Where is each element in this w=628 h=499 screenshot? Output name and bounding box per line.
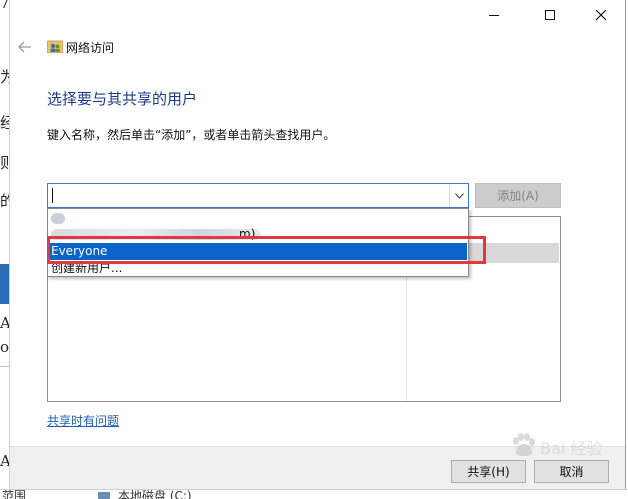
dropdown-arrow-button[interactable] (449, 184, 468, 207)
page-heading: 选择要与其共享的用户 (47, 90, 198, 108)
close-icon (595, 9, 607, 21)
bg-bottom-text: 范围 (2, 489, 27, 499)
maximize-button[interactable] (527, 0, 573, 30)
nav-row: 网络访问 (10, 32, 625, 60)
network-access-dialog: 网络访问 选择要与其共享的用户 键入名称，然后单击“添加”，或者单击箭头查找用户… (9, 0, 626, 489)
baidu-watermark: Bai 经验 (510, 428, 620, 464)
bg-glyph: o (0, 338, 10, 356)
back-button[interactable] (18, 38, 32, 57)
add-button[interactable]: 添加(A) (475, 183, 561, 208)
dropdown-item-redacted-user[interactable] (49, 210, 467, 227)
drive-icon (98, 492, 110, 499)
bg-local-disk-item[interactable]: 本地磁盘 (C:) (118, 490, 192, 499)
dialog-title: 网络访问 (66, 41, 115, 55)
maximize-icon (545, 10, 555, 20)
title-bar (10, 0, 625, 32)
redacted-text (51, 213, 65, 224)
watermark-text: Bai 经验 (540, 439, 603, 458)
network-users-icon (47, 40, 63, 53)
sharing-help-link[interactable]: 共享时有问题 (47, 412, 119, 429)
close-button[interactable] (578, 0, 624, 30)
chevron-down-icon (454, 192, 464, 199)
minimize-icon (489, 14, 499, 16)
back-arrow-icon (18, 41, 31, 53)
minimize-button[interactable] (471, 0, 517, 30)
annotation-highlight-box (47, 236, 486, 264)
text-caret (52, 188, 53, 203)
background-bottom-strip: 范围 本地磁盘 (C:) (0, 489, 628, 499)
user-name-combobox[interactable] (47, 183, 469, 208)
baidu-paw-icon (513, 433, 535, 456)
instruction-text: 键入名称，然后单击“添加”，或者单击箭头查找用户。 (47, 128, 336, 142)
